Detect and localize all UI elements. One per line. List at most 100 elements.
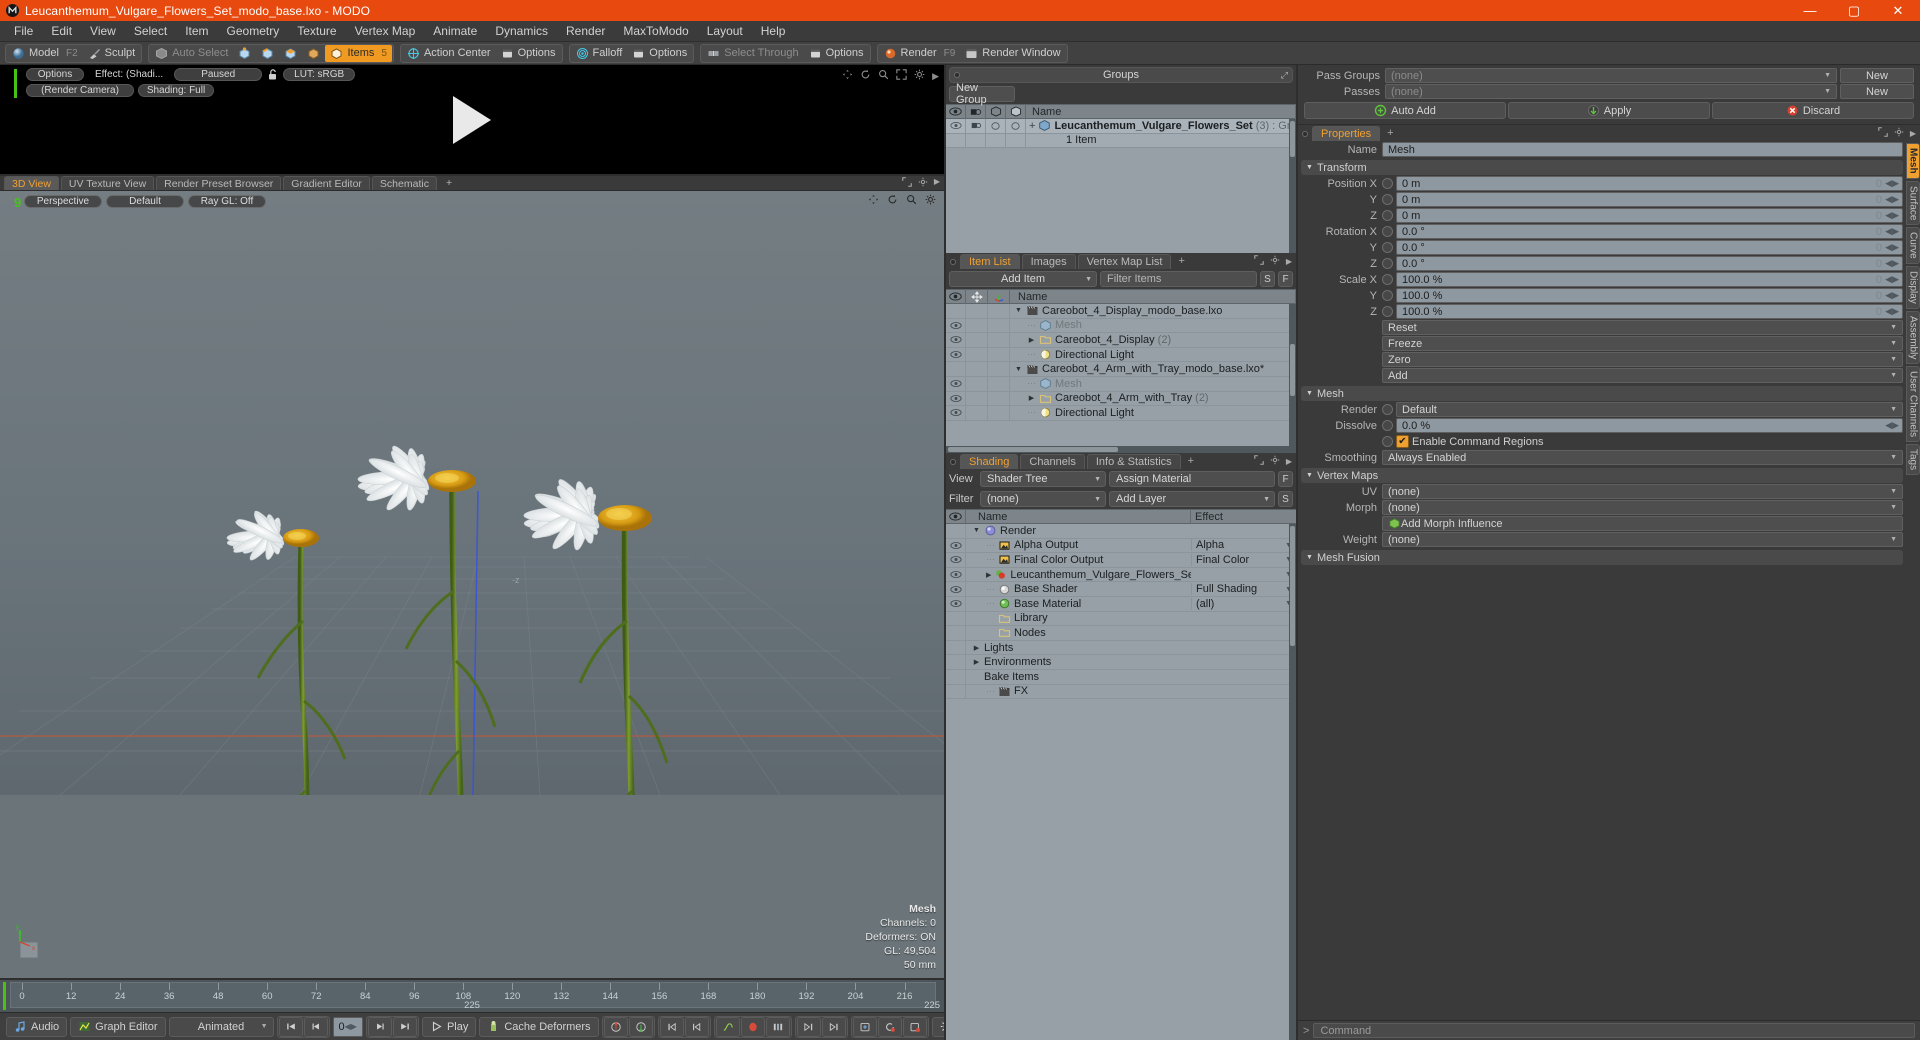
shader-tree-row[interactable]: ⋯ Alpha Output Alpha▼ xyxy=(946,538,1296,554)
zoom-icon[interactable] xyxy=(878,69,889,83)
preview-camera-selector[interactable]: (Render Camera) xyxy=(26,84,134,97)
go-to-end-button[interactable] xyxy=(392,1016,417,1037)
pan-icon[interactable] xyxy=(842,69,853,83)
menu-render[interactable]: Render xyxy=(557,21,614,42)
shader-tree-row[interactable]: ⋯ Final Color Output Final Color▼ xyxy=(946,552,1296,568)
channel-toggle[interactable] xyxy=(1382,420,1393,431)
item-row-name[interactable]: ⋯ Mesh xyxy=(1010,377,1296,390)
filter-items-input[interactable]: Filter Items xyxy=(1100,271,1257,287)
expand-arrow-right-icon[interactable]: ▶ xyxy=(986,571,991,579)
shader-row-name[interactable]: ⋯ Base Shader xyxy=(966,583,1191,596)
tab-info-and-statistics[interactable]: Info & Statistics xyxy=(1086,454,1181,469)
viewport-tabs-menu-icon[interactable]: ▶ xyxy=(934,177,940,190)
item-visibility-toggle[interactable] xyxy=(946,391,966,406)
item-list-row[interactable]: ▼ Careobot_4_Arm_with_Tray_modo_base.lxo* xyxy=(946,361,1296,377)
command-input[interactable]: Command xyxy=(1313,1023,1915,1038)
preview-options-button[interactable]: Options xyxy=(26,68,84,81)
item-axis-cell[interactable] xyxy=(988,405,1010,421)
select-through-button[interactable]: Select Through xyxy=(702,45,803,62)
menu-maxtomodo[interactable]: MaxToModo xyxy=(614,21,697,42)
shading-s-button[interactable]: S xyxy=(1278,491,1293,507)
menu-view[interactable]: View xyxy=(81,21,125,42)
shader-tree-scrollbar[interactable] xyxy=(1289,524,1296,1040)
item-list-scrollbar-h[interactable] xyxy=(946,446,1296,453)
properties-menu-dot-icon[interactable] xyxy=(1302,131,1308,137)
transform-section-header[interactable]: ▼ Transform xyxy=(1301,160,1903,175)
transform-value-field[interactable]: 0 m 0 ◀▶ xyxy=(1396,176,1903,191)
viewport-shading-style-selector[interactable]: Default xyxy=(106,194,184,208)
rotate-icon[interactable] xyxy=(860,69,871,83)
expand-arrow-right-icon[interactable]: ▶ xyxy=(972,658,981,666)
shader-effect-cell[interactable]: Final Color▼ xyxy=(1191,553,1296,566)
group-render-toggle[interactable] xyxy=(966,119,986,134)
channel-toggle[interactable] xyxy=(1382,242,1393,253)
item-list-expand-icon[interactable] xyxy=(1254,254,1264,268)
add-shading-tab-button[interactable]: + xyxy=(1183,454,1199,469)
vertex-mode-button[interactable] xyxy=(233,45,256,62)
current-frame-field[interactable]: 0 ◀▶ xyxy=(332,1016,363,1037)
delete-key-button[interactable] xyxy=(902,1016,927,1037)
item-move-cell[interactable] xyxy=(966,405,988,421)
shader-row-name[interactable]: ⋯ FX xyxy=(966,685,1191,698)
item-row-name[interactable]: ⋯ Directional Light xyxy=(1010,348,1296,361)
preview-paused-button[interactable]: Paused xyxy=(174,68,263,81)
item-list-menu-icon[interactable]: ▶ xyxy=(1286,257,1292,266)
menu-help[interactable]: Help xyxy=(752,21,795,42)
shading-expand-icon[interactable] xyxy=(1254,454,1264,468)
item-row-name[interactable]: ▼ Careobot_4_Arm_with_Tray_modo_base.lxo* xyxy=(1010,363,1296,376)
shader-tree-row[interactable]: ▶Leucanthemum_Vulgare_Flowers_Set (…▼ xyxy=(946,567,1296,583)
menu-animate[interactable]: Animate xyxy=(424,21,486,42)
channel-toggle[interactable] xyxy=(1382,436,1393,447)
step-forward-button[interactable] xyxy=(367,1016,392,1037)
shading-menu-dot-icon[interactable] xyxy=(950,459,956,465)
transform-zero-button[interactable]: Zero ▼ xyxy=(1382,352,1903,367)
section-collapse-icon-vertex[interactable]: ▼ xyxy=(1306,472,1313,479)
shader-tree[interactable]: ▼ Render ⋯ Alpha Output Alpha▼ ⋯ Final Color O… xyxy=(946,524,1296,1040)
add-viewport-tab-button[interactable]: + xyxy=(439,176,459,190)
spinner-icon[interactable]: ◀▶ xyxy=(1885,242,1899,253)
auto-add-button[interactable]: Auto Add xyxy=(1304,102,1506,119)
shader-tree-row[interactable]: Nodes xyxy=(946,625,1296,641)
apply-button[interactable]: Apply xyxy=(1508,102,1710,119)
tab-render-preset-browser[interactable]: Render Preset Browser xyxy=(156,176,282,190)
item-visibility-toggle[interactable] xyxy=(946,332,966,348)
shader-tree-row[interactable]: ⋯ FX xyxy=(946,684,1296,700)
section-collapse-icon-fusion[interactable]: ▼ xyxy=(1306,554,1313,561)
action-center-button[interactable]: Action Center xyxy=(402,45,496,62)
enable-command-regions-checkbox[interactable]: ✔ xyxy=(1396,435,1409,448)
tab-shading[interactable]: Shading xyxy=(960,454,1019,469)
viewport-perspective-selector[interactable]: Perspective xyxy=(24,194,102,208)
shading-f-button[interactable]: F xyxy=(1278,471,1293,487)
shader-tree-row[interactable]: ▶ Environments xyxy=(946,654,1296,670)
side-tab-curve[interactable]: Curve xyxy=(1906,227,1920,264)
shading-menu-icon[interactable]: ▶ xyxy=(1286,457,1292,466)
prev-key-button[interactable] xyxy=(659,1016,684,1037)
channel-toggle[interactable] xyxy=(1382,178,1393,189)
shader-visibility-toggle[interactable] xyxy=(946,524,966,539)
mesh-render-selector[interactable]: Default ▼ xyxy=(1396,402,1903,417)
item-visibility-toggle[interactable] xyxy=(946,361,966,377)
animation-mode-selector[interactable]: Animated ▼ xyxy=(168,1016,274,1037)
channel-toggle[interactable] xyxy=(1382,274,1393,285)
set-key-all-button[interactable] xyxy=(852,1016,877,1037)
menu-geometry[interactable]: Geometry xyxy=(218,21,289,42)
tab-channels[interactable]: Channels xyxy=(1020,454,1085,469)
weight-selector[interactable]: (none) ▼ xyxy=(1382,532,1903,547)
menu-item[interactable]: Item xyxy=(176,21,217,42)
action-center-options-button[interactable]: Options xyxy=(496,45,561,62)
shader-filter-selector[interactable]: (none) ▼ xyxy=(980,491,1106,507)
shader-visibility-toggle[interactable] xyxy=(946,611,966,626)
shader-visibility-toggle[interactable] xyxy=(946,567,966,582)
menu-vertex-map[interactable]: Vertex Map xyxy=(346,21,425,42)
item-move-cell[interactable] xyxy=(966,347,988,362)
material-mode-button[interactable] xyxy=(302,45,325,62)
loop-forward-button[interactable] xyxy=(796,1016,821,1037)
graph-editor-button[interactable]: Graph Editor xyxy=(70,1016,166,1037)
side-tab-tags[interactable]: Tags xyxy=(1906,444,1920,476)
section-collapse-icon[interactable]: ▼ xyxy=(1306,164,1313,171)
mesh-section-header[interactable]: ▼ Mesh xyxy=(1301,386,1903,401)
properties-expand-icon[interactable] xyxy=(1878,126,1888,140)
item-move-cell[interactable] xyxy=(966,318,988,333)
shader-row-name[interactable]: ▶ Leucanthemum_Vulgare_Flowers_Set (… xyxy=(966,568,1191,581)
timeline-panel[interactable]: 0 12 24 36 48 60 72 84 96 108 120 132 144 156 168 180 19… xyxy=(0,978,944,1012)
